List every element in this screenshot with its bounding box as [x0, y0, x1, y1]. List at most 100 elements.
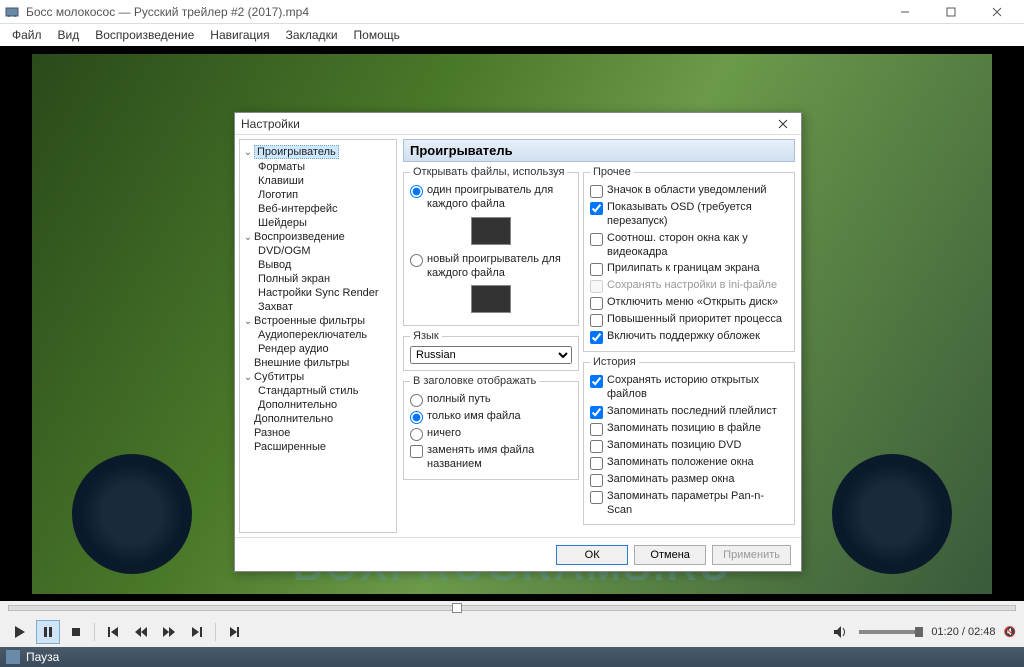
tree-item[interactable]: Полный экран — [240, 272, 396, 286]
check-row: Запоминать размер окна — [590, 471, 788, 488]
apply-button[interactable]: Применить — [712, 545, 791, 565]
radio-full-path[interactable] — [410, 394, 423, 407]
checkbox[interactable] — [590, 406, 603, 419]
check-label: Запоминать последний плейлист — [607, 404, 777, 418]
check-label: Соотнош. сторон окна как у видеокадра — [607, 231, 788, 260]
volume-thumb[interactable] — [915, 627, 923, 637]
checkbox[interactable] — [590, 375, 603, 388]
tree-toggle-icon[interactable]: ⌄ — [242, 372, 254, 383]
menu-playback[interactable]: Воспроизведение — [87, 26, 202, 44]
checkbox[interactable] — [590, 297, 603, 310]
checkbox[interactable] — [590, 314, 603, 327]
seek-thumb[interactable] — [452, 603, 462, 613]
checkbox[interactable] — [590, 202, 603, 215]
tree-label: DVD/OGM — [258, 245, 311, 257]
minimize-button[interactable] — [882, 0, 928, 24]
cancel-button[interactable]: Отмена — [634, 545, 706, 565]
check-row: Запоминать положение окна — [590, 454, 788, 471]
tree-toggle-icon[interactable]: ⌄ — [242, 232, 254, 243]
seekbar[interactable] — [8, 605, 1016, 611]
tree-item[interactable]: Рендер аудио — [240, 342, 396, 356]
radio-one-player[interactable] — [410, 185, 423, 198]
menu-help[interactable]: Помощь — [346, 26, 408, 44]
pause-button[interactable] — [36, 620, 60, 644]
ok-button[interactable]: ОК — [556, 545, 628, 565]
tree-item[interactable]: ⌄Воспроизведение — [240, 230, 396, 244]
check-row: Запоминать параметры Pan-n-Scan — [590, 488, 788, 519]
close-button[interactable] — [974, 0, 1020, 24]
next-button[interactable] — [185, 620, 209, 644]
time-display: 01:20 / 02:48 — [931, 626, 995, 638]
tree-item[interactable]: Шейдеры — [240, 216, 396, 230]
tree-item[interactable]: Аудиопереключатель — [240, 328, 396, 342]
tree-item[interactable]: Настройки Sync Render — [240, 286, 396, 300]
checkbox[interactable] — [590, 331, 603, 344]
menu-view[interactable]: Вид — [50, 26, 88, 44]
check-label: Прилипать к границам экрана — [607, 261, 760, 275]
tree-label: Захват — [258, 301, 293, 313]
checkbox[interactable] — [590, 457, 603, 470]
forward-button[interactable] — [157, 620, 181, 644]
check-row: Прилипать к границам экрана — [590, 260, 788, 277]
tree-item[interactable]: ⌄Субтитры — [240, 370, 396, 384]
volume-slider[interactable] — [859, 630, 919, 634]
tree-item[interactable]: ⌄Встроенные фильтры — [240, 314, 396, 328]
checkbox[interactable] — [590, 423, 603, 436]
tree-label: Дополнительно — [258, 399, 337, 411]
mute-indicator: 🔇 — [1004, 627, 1016, 638]
tree-toggle-icon[interactable]: ⌄ — [242, 147, 254, 158]
radio-nothing[interactable] — [410, 428, 423, 441]
check-replace-title[interactable] — [410, 445, 423, 458]
checkbox[interactable] — [590, 263, 603, 276]
tree-item[interactable]: Дополнительно — [240, 398, 396, 412]
tree-label: Аудиопереключатель — [258, 329, 367, 341]
tree-item[interactable]: Форматы — [240, 160, 396, 174]
tree-item[interactable]: Веб-интерфейс — [240, 202, 396, 216]
checkbox[interactable] — [590, 185, 603, 198]
check-row: Соотнош. сторон окна как у видеокадра — [590, 230, 788, 261]
tree-item[interactable]: Разное — [240, 426, 396, 440]
tree-item[interactable]: Дополнительно — [240, 412, 396, 426]
tree-item[interactable]: Внешние фильтры — [240, 356, 396, 370]
open-files-legend: Открывать файлы, используя — [410, 166, 567, 178]
tree-toggle-icon[interactable]: ⌄ — [242, 316, 254, 327]
check-label: Сохранять историю открытых файлов — [607, 373, 788, 402]
tree-item[interactable]: Клавиши — [240, 174, 396, 188]
menu-file[interactable]: Файл — [4, 26, 50, 44]
tree-item[interactable]: DVD/OGM — [240, 244, 396, 258]
dialog-titlebar: Настройки — [235, 113, 801, 135]
language-legend: Язык — [410, 330, 442, 342]
tree-item[interactable]: ⌄Проигрыватель — [240, 144, 396, 160]
stop-button[interactable] — [64, 620, 88, 644]
dialog-close-button[interactable] — [771, 114, 795, 134]
menu-navigation[interactable]: Навигация — [202, 26, 277, 44]
radio-filename[interactable] — [410, 411, 423, 424]
tree-item[interactable]: Вывод — [240, 258, 396, 272]
check-row: Включить поддержку обложек — [590, 328, 788, 345]
settings-tree[interactable]: ⌄ПроигрывательФорматыКлавишиЛоготипВеб-и… — [239, 139, 397, 533]
checkbox[interactable] — [590, 440, 603, 453]
checkbox[interactable] — [590, 474, 603, 487]
checkbox[interactable] — [590, 280, 603, 293]
tree-item[interactable]: Захват — [240, 300, 396, 314]
tree-label: Настройки Sync Render — [258, 287, 379, 299]
tree-label: Рендер аудио — [258, 343, 329, 355]
tree-item[interactable]: Стандартный стиль — [240, 384, 396, 398]
checkbox[interactable] — [590, 233, 603, 246]
radio-new-player[interactable] — [410, 254, 423, 267]
other-group: Прочее Значок в области уведомленийПоказ… — [583, 166, 795, 352]
maximize-button[interactable] — [928, 0, 974, 24]
rewind-button[interactable] — [129, 620, 153, 644]
play-button[interactable] — [8, 620, 32, 644]
checkbox[interactable] — [590, 491, 603, 504]
tree-label: Внешние фильтры — [254, 357, 349, 369]
volume-icon[interactable] — [831, 622, 851, 642]
prev-button[interactable] — [101, 620, 125, 644]
tree-item[interactable]: Логотип — [240, 188, 396, 202]
tree-item[interactable]: Расширенные — [240, 440, 396, 454]
menu-bookmarks[interactable]: Закладки — [278, 26, 346, 44]
language-select[interactable]: Russian — [410, 346, 572, 364]
check-row: Запоминать последний плейлист — [590, 403, 788, 420]
check-row: Запоминать позицию в файле — [590, 420, 788, 437]
step-button[interactable] — [222, 620, 246, 644]
